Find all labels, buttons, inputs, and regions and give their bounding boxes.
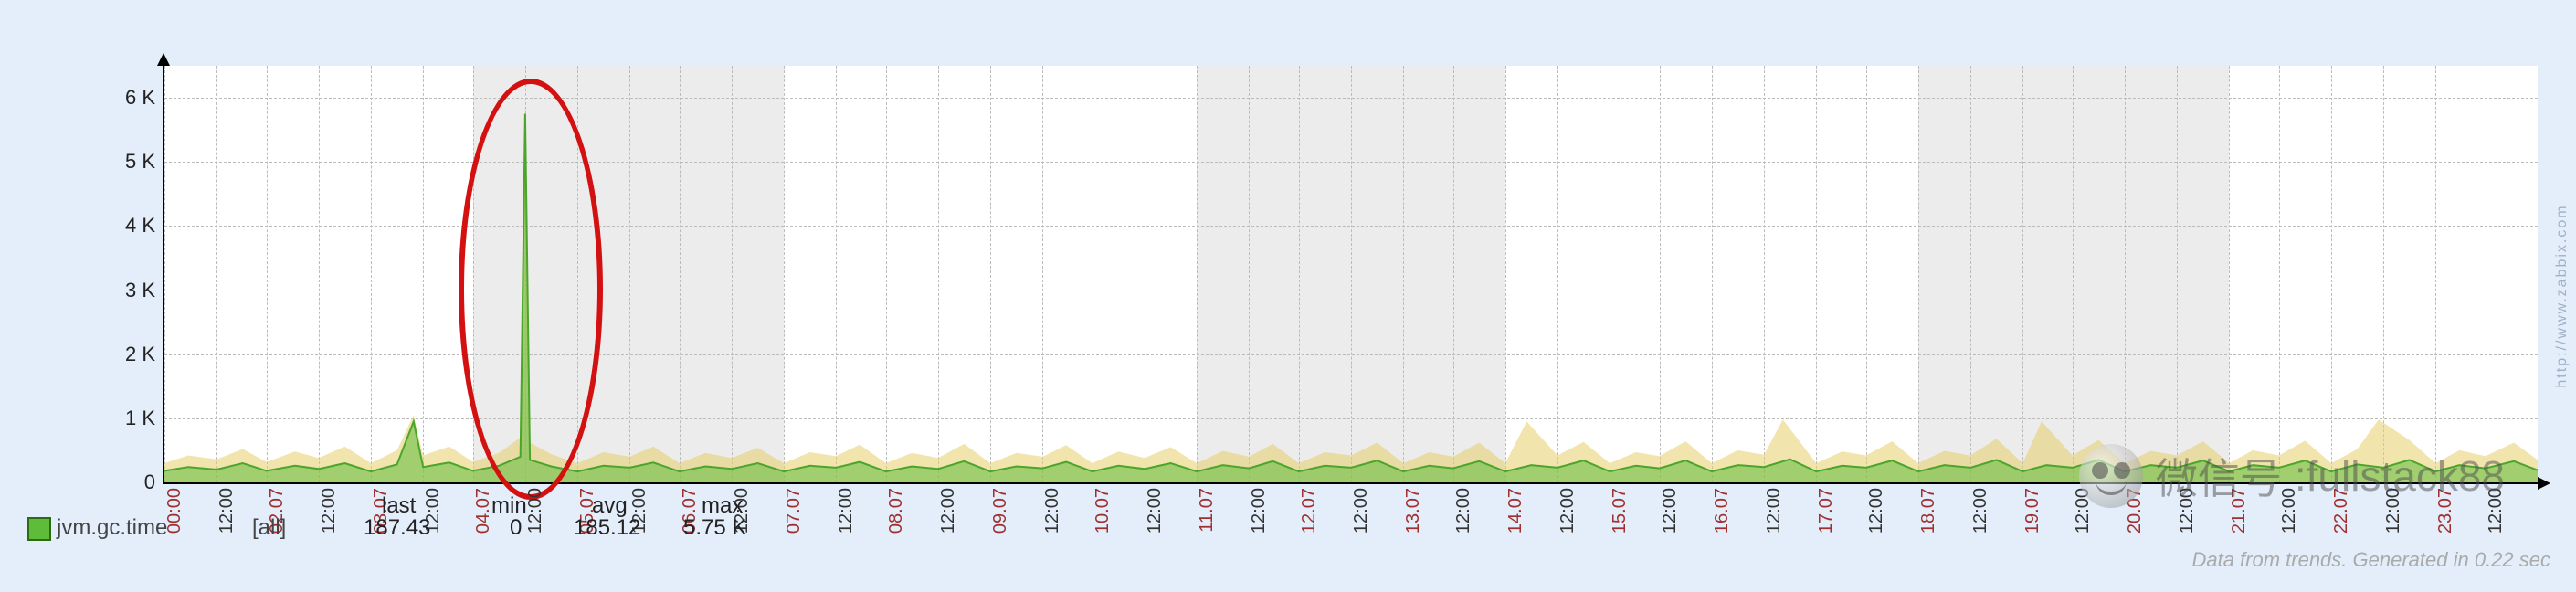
val-min: 0 bbox=[510, 515, 522, 541]
side-caption: http://www.zabbix.com bbox=[2554, 204, 2571, 387]
wechat-icon bbox=[2079, 444, 2143, 508]
watermark: 微信号 :fullstack88 bbox=[2079, 444, 2505, 508]
val-last: 187.43 bbox=[364, 515, 430, 541]
y-tick: 0 bbox=[144, 470, 155, 494]
x-axis-arrow-icon bbox=[2538, 477, 2550, 490]
y-tick: 3 K bbox=[125, 279, 155, 302]
y-tick: 6 K bbox=[125, 86, 155, 110]
legend-metric: jvm.gc.time bbox=[57, 515, 167, 541]
val-avg: 185.12 bbox=[574, 515, 640, 541]
footnote: Data from trends. Generated in 0.22 sec bbox=[2191, 548, 2550, 572]
chart-frame: mobile-group...recommend... jvm.gc.time … bbox=[7, 7, 2569, 585]
watermark-handle: :fullstack88 bbox=[2295, 451, 2505, 501]
legend-agg: [all] bbox=[252, 515, 286, 541]
y-tick: 2 K bbox=[125, 343, 155, 366]
spike-annotation-ellipse bbox=[459, 79, 602, 500]
watermark-label: 微信号 bbox=[2156, 446, 2282, 506]
val-max: 5.75 K bbox=[683, 515, 746, 541]
plot-area: 01 K2 K3 K4 K5 K6 K 00:0012:0002.0712:00… bbox=[163, 66, 2538, 484]
y-tick: 1 K bbox=[125, 407, 155, 430]
chart-area: 01 K2 K3 K4 K5 K6 K 00:0012:0002.0712:00… bbox=[16, 15, 2556, 484]
y-axis-arrow-icon bbox=[157, 53, 170, 66]
y-tick: 5 K bbox=[125, 150, 155, 174]
legend-swatch bbox=[27, 517, 51, 541]
y-tick: 4 K bbox=[125, 214, 155, 238]
